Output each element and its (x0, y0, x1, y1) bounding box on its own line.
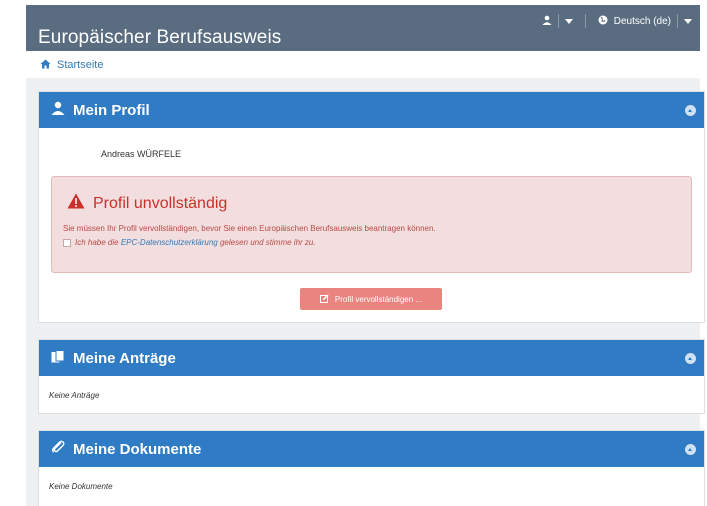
language-selector[interactable]: Deutsch (de) (598, 14, 692, 28)
privacy-policy-link[interactable]: EPC-Datenschutzerklärung (121, 238, 218, 247)
divider (677, 14, 678, 28)
collapse-toggle-icon[interactable] (685, 353, 696, 364)
complete-profile-label: Profil vervollständigen ... (334, 294, 423, 304)
alert-title: Profil unvollständig (93, 194, 228, 212)
incomplete-profile-alert: Profil unvollständig Sie müssen Ihr Prof… (51, 176, 692, 273)
copy-documents-icon (51, 349, 65, 367)
user-full-name: Andreas WÜRFELE (101, 149, 182, 159)
consent-text: Ich habe die EPC-Datenschutzerklärung ge… (75, 238, 316, 247)
profile-panel: Mein Profil Andreas WÜRFELE Profil unvol… (38, 91, 705, 323)
alert-heading: Profil unvollständig (67, 193, 227, 214)
navbar-right: Deutsch (de) (542, 14, 692, 28)
panel-title: Meine Anträge (73, 349, 176, 367)
panel-title: Meine Dokumente (73, 440, 202, 458)
documents-panel-header[interactable]: Meine Dokumente (39, 431, 704, 467)
no-documents-text: Keine Dokumente (49, 482, 113, 491)
globe-icon (598, 15, 608, 28)
language-label: Deutsch (de) (613, 15, 671, 27)
top-navbar: Europäischer Berufsausweis Deutsch (de) (26, 5, 700, 51)
app-brand[interactable]: Europäischer Berufsausweis (38, 27, 281, 49)
user-menu-button[interactable] (542, 14, 573, 28)
collapse-toggle-icon[interactable] (685, 444, 696, 455)
applications-panel-header[interactable]: Meine Anträge (39, 340, 704, 376)
home-icon (40, 56, 51, 74)
breadcrumb: Startseite (26, 52, 700, 78)
paperclip-icon (51, 440, 65, 458)
complete-profile-button[interactable]: Profil vervollständigen ... (300, 288, 442, 310)
divider (557, 14, 559, 28)
consent-checkbox[interactable] (63, 238, 71, 247)
chevron-down-icon (684, 18, 692, 24)
edit-icon (319, 294, 329, 305)
alert-message: Sie müssen Ihr Profil vervollständigen, … (63, 224, 436, 233)
warning-icon (67, 193, 85, 214)
consent-suffix: gelesen und stimme ihr zu. (217, 238, 316, 247)
panel-title: Mein Profil (73, 101, 150, 119)
profile-panel-header[interactable]: Mein Profil (39, 92, 704, 128)
collapse-toggle-icon[interactable] (685, 105, 696, 116)
chevron-down-icon (564, 18, 573, 24)
applications-panel: Meine Anträge Keine Anträge (38, 339, 705, 414)
user-icon (542, 15, 552, 28)
no-applications-text: Keine Anträge (49, 391, 100, 400)
breadcrumb-home-link[interactable]: Startseite (57, 59, 103, 71)
consent-row: Ich habe die EPC-Datenschutzerklärung ge… (63, 238, 316, 247)
user-icon (51, 101, 65, 119)
divider (584, 14, 586, 28)
consent-prefix: Ich habe die (75, 238, 121, 247)
documents-panel: Meine Dokumente Keine Dokumente (38, 430, 705, 506)
